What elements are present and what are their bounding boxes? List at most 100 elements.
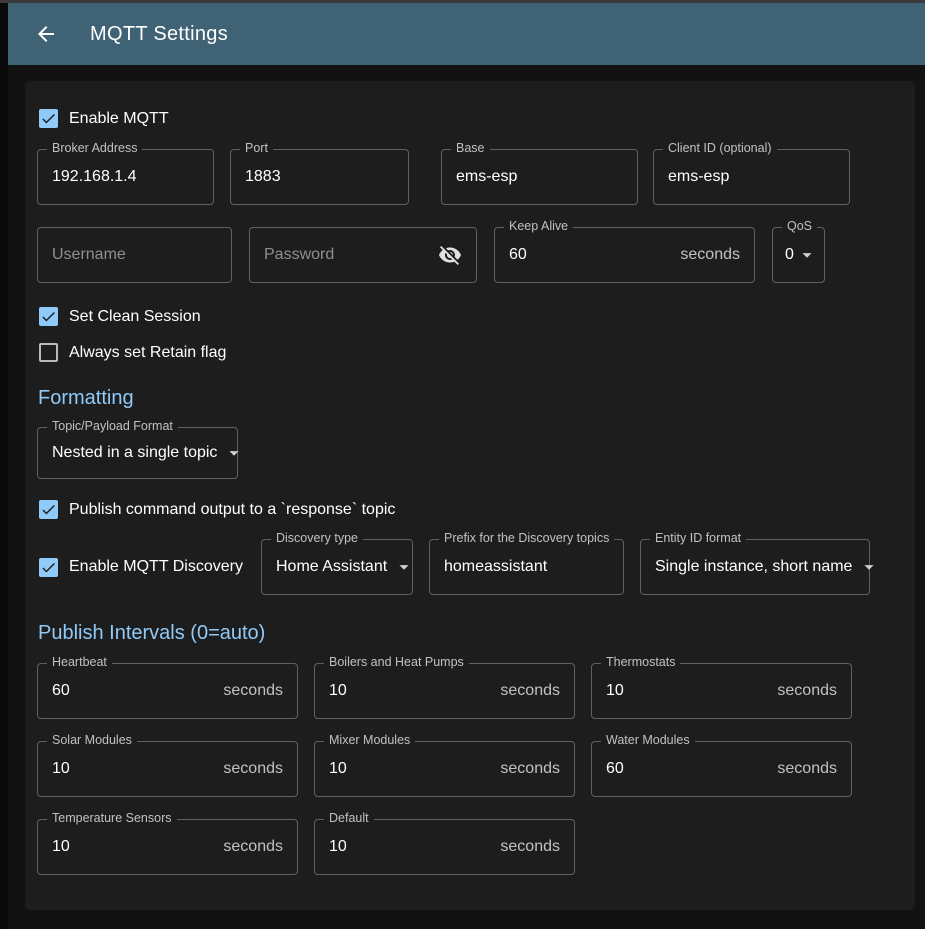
port-input[interactable]: [245, 168, 394, 186]
solar-interval-unit: seconds: [223, 760, 283, 778]
retain-flag-checkbox[interactable]: [39, 343, 58, 362]
default-interval-label: Default: [324, 811, 374, 825]
publish-response-checkbox[interactable]: [39, 500, 58, 519]
discovery-prefix-input[interactable]: [444, 558, 609, 576]
keep-alive-input[interactable]: [509, 246, 672, 264]
water-interval-field[interactable]: Water Modules seconds: [591, 741, 852, 797]
qos-value: 0: [785, 246, 794, 264]
mixer-interval-input[interactable]: [329, 760, 492, 778]
default-interval-unit: seconds: [500, 838, 560, 856]
check-icon: [40, 308, 57, 325]
heartbeat-label: Heartbeat: [47, 655, 112, 669]
boilers-interval-input[interactable]: [329, 682, 492, 700]
client-id-input[interactable]: [668, 168, 835, 186]
keep-alive-label: Keep Alive: [504, 219, 573, 233]
topic-format-label: Topic/Payload Format: [47, 419, 178, 433]
chevron-down-icon: [858, 556, 880, 578]
keep-alive-unit: seconds: [680, 246, 740, 264]
discovery-row: Enable MQTT Discovery Discovery type Hom…: [37, 539, 903, 595]
client-id-field[interactable]: Client ID (optional): [653, 149, 850, 205]
broker-address-input[interactable]: [52, 168, 199, 186]
toggle-password-visibility-button[interactable]: [438, 243, 462, 267]
discovery-prefix-label: Prefix for the Discovery topics: [439, 531, 614, 545]
entity-format-value: Single instance, short name: [655, 558, 852, 576]
mixer-interval-field[interactable]: Mixer Modules seconds: [314, 741, 575, 797]
base-input[interactable]: [456, 168, 623, 186]
publish-response-label: Publish command output to a `response` t…: [69, 501, 395, 519]
mixer-interval-unit: seconds: [500, 760, 560, 778]
enable-discovery-checkbox[interactable]: [39, 558, 58, 577]
boilers-interval-unit: seconds: [500, 682, 560, 700]
qos-label: QoS: [782, 219, 817, 233]
clean-session-row[interactable]: Set Clean Session: [39, 307, 903, 326]
connection-fields-row: Broker Address Port Base Client ID (opti…: [37, 149, 903, 205]
enable-mqtt-row[interactable]: Enable MQTT: [39, 109, 903, 128]
default-interval-field[interactable]: Default seconds: [314, 819, 575, 875]
retain-flag-label: Always set Retain flag: [69, 344, 226, 362]
publish-intervals-grid: Heartbeat seconds Boilers and Heat Pumps…: [37, 663, 903, 875]
heartbeat-input[interactable]: [52, 682, 215, 700]
page-title: MQTT Settings: [90, 23, 228, 46]
settings-card: Enable MQTT Broker Address Port Base Cli…: [25, 81, 915, 910]
formatting-heading: Formatting: [38, 387, 903, 410]
temperature-interval-field[interactable]: Temperature Sensors seconds: [37, 819, 298, 875]
password-field[interactable]: [249, 227, 477, 283]
publish-response-row[interactable]: Publish command output to a `response` t…: [39, 500, 903, 519]
port-label: Port: [240, 141, 273, 155]
boilers-interval-field[interactable]: Boilers and Heat Pumps seconds: [314, 663, 575, 719]
enable-mqtt-checkbox[interactable]: [39, 109, 58, 128]
topic-format-select[interactable]: Topic/Payload Format Nested in a single …: [37, 427, 238, 479]
enable-discovery-row[interactable]: Enable MQTT Discovery: [39, 558, 261, 577]
discovery-type-label: Discovery type: [271, 531, 363, 545]
username-field[interactable]: [37, 227, 232, 283]
entity-format-select[interactable]: Entity ID format Single instance, short …: [640, 539, 870, 595]
thermostats-interval-unit: seconds: [777, 682, 837, 700]
base-field[interactable]: Base: [441, 149, 638, 205]
heartbeat-field[interactable]: Heartbeat seconds: [37, 663, 298, 719]
publish-intervals-heading: Publish Intervals (0=auto): [38, 622, 903, 645]
broker-address-field[interactable]: Broker Address: [37, 149, 214, 205]
base-label: Base: [451, 141, 490, 155]
port-field[interactable]: Port: [230, 149, 409, 205]
clean-session-checkbox[interactable]: [39, 307, 58, 326]
broker-address-label: Broker Address: [47, 141, 142, 155]
enable-discovery-label: Enable MQTT Discovery: [69, 558, 243, 576]
temperature-interval-label: Temperature Sensors: [47, 811, 177, 825]
check-icon: [40, 559, 57, 576]
chevron-down-icon: [223, 442, 245, 464]
credentials-fields-row: Keep Alive seconds QoS 0: [37, 227, 903, 283]
keep-alive-field[interactable]: Keep Alive seconds: [494, 227, 755, 283]
solar-interval-field[interactable]: Solar Modules seconds: [37, 741, 298, 797]
discovery-prefix-field[interactable]: Prefix for the Discovery topics: [429, 539, 624, 595]
check-icon: [40, 110, 57, 127]
back-button[interactable]: [26, 14, 66, 54]
heartbeat-unit: seconds: [223, 682, 283, 700]
visibility-off-icon: [438, 243, 462, 267]
solar-interval-input[interactable]: [52, 760, 215, 778]
thermostats-interval-input[interactable]: [606, 682, 769, 700]
chevron-down-icon: [393, 556, 415, 578]
arrow-left-icon: [34, 22, 58, 46]
temperature-interval-unit: seconds: [223, 838, 283, 856]
retain-flag-row[interactable]: Always set Retain flag: [39, 343, 903, 362]
client-id-label: Client ID (optional): [663, 141, 777, 155]
app-bar: MQTT Settings: [8, 3, 925, 65]
username-input[interactable]: [52, 246, 217, 264]
password-input[interactable]: [264, 246, 438, 264]
chevron-down-icon: [796, 244, 818, 266]
thermostats-interval-label: Thermostats: [601, 655, 680, 669]
mixer-interval-label: Mixer Modules: [324, 733, 415, 747]
topic-format-value: Nested in a single topic: [52, 444, 217, 462]
clean-session-label: Set Clean Session: [69, 308, 201, 326]
temperature-interval-input[interactable]: [52, 838, 215, 856]
qos-select[interactable]: QoS 0: [772, 227, 825, 283]
entity-format-label: Entity ID format: [650, 531, 746, 545]
thermostats-interval-field[interactable]: Thermostats seconds: [591, 663, 852, 719]
water-interval-unit: seconds: [777, 760, 837, 778]
default-interval-input[interactable]: [329, 838, 492, 856]
water-interval-input[interactable]: [606, 760, 769, 778]
discovery-type-value: Home Assistant: [276, 558, 387, 576]
check-icon: [40, 501, 57, 518]
boilers-interval-label: Boilers and Heat Pumps: [324, 655, 469, 669]
discovery-type-select[interactable]: Discovery type Home Assistant: [261, 539, 413, 595]
